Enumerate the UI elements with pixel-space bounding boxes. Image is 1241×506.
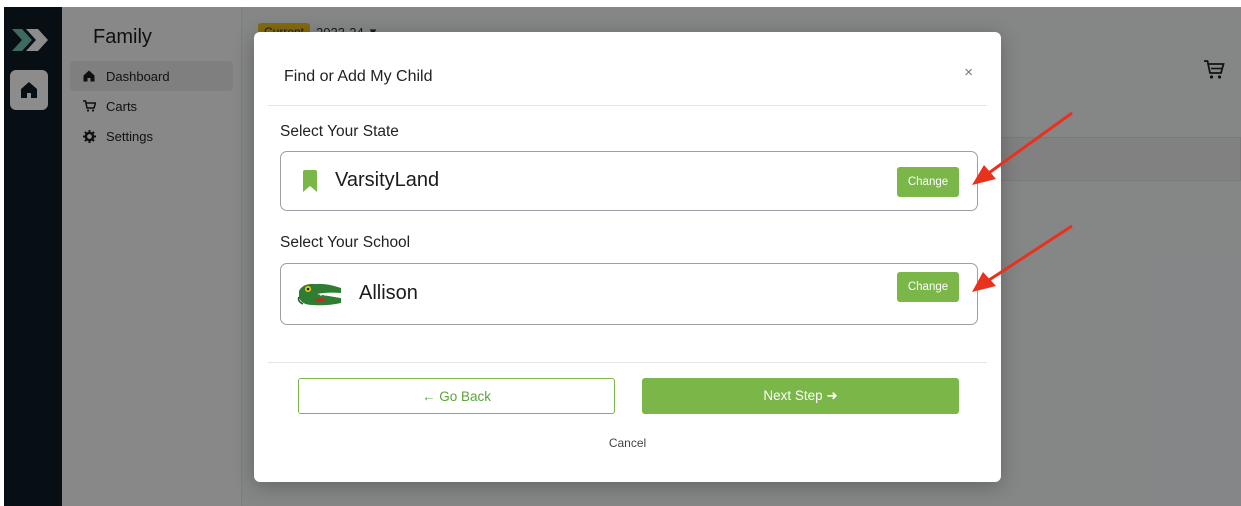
app-window: Family Dashboard Carts Settings Current … <box>4 7 1241 506</box>
school-label: Select Your School <box>280 234 411 251</box>
divider <box>268 105 987 106</box>
divider <box>268 362 987 363</box>
gator-mascot-icon <box>297 283 341 306</box>
selected-school: Allison <box>359 282 418 304</box>
next-step-button[interactable]: Next Step ➜ <box>642 378 959 414</box>
change-state-button[interactable]: Change <box>897 167 959 197</box>
bookmark-icon <box>303 170 317 192</box>
state-selection-box: VarsityLand Change <box>280 151 978 211</box>
annotation-arrow-icon <box>972 224 1073 292</box>
close-icon[interactable]: × <box>964 64 973 81</box>
cancel-link[interactable]: Cancel <box>254 436 1001 450</box>
state-label: Select Your State <box>280 123 399 140</box>
annotation-arrow-icon <box>972 111 1073 185</box>
selected-state: VarsityLand <box>335 169 440 191</box>
school-selection-box: Allison Change <box>280 263 978 325</box>
find-child-dialog: Find or Add My Child × Select Your State… <box>254 32 1001 482</box>
dialog-title: Find or Add My Child <box>284 68 433 85</box>
go-back-button[interactable]: ← Go Back <box>298 378 615 414</box>
change-school-button[interactable]: Change <box>897 272 959 302</box>
